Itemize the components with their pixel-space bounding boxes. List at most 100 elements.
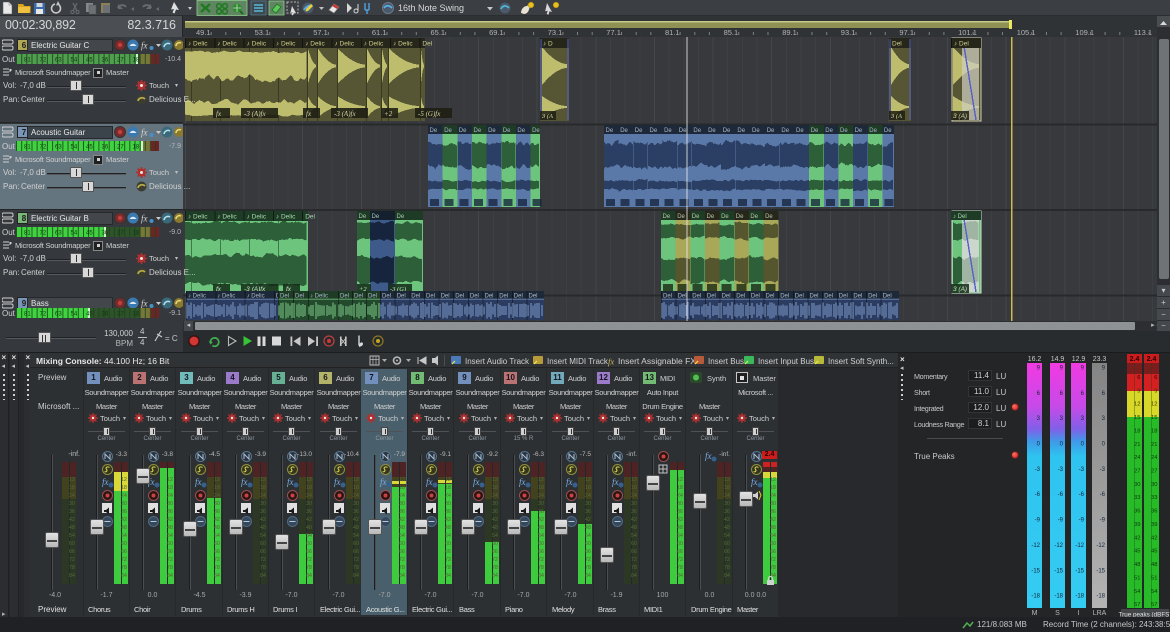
svg-text:36: 36 [102,145,109,151]
svg-text:45: 45 [1134,549,1140,555]
svg-text:36: 36 [102,312,109,318]
svg-text:De: De [372,214,380,220]
svg-text:36: 36 [102,231,109,237]
svg-text:De: De [532,128,540,134]
svg-text:De: De [811,128,819,134]
svg-text:Del: Del [368,294,377,300]
svg-text:54: 54 [71,58,78,64]
svg-text:fx: fx [141,299,148,309]
svg-text:-18: -18 [1075,594,1084,600]
svg-text:♪ Delic: ♪ Delic [247,41,267,48]
svg-text:30: 30 [1134,482,1140,488]
svg-text:Del: Del [868,294,877,300]
svg-text:-3: -3 [1058,467,1064,473]
svg-text:-6: -6 [1100,492,1106,498]
svg-text:63: 63 [55,58,62,64]
svg-text:-9: -9 [1079,518,1085,524]
svg-text:-3: -3 [1079,467,1085,473]
svg-text:Del: Del [485,294,494,300]
svg-text:De: De [459,128,467,134]
svg-text:54: 54 [71,145,78,151]
svg-text:Del: Del [678,294,687,300]
svg-text:3 (A): 3 (A) [953,113,967,120]
svg-text:Del: Del [839,294,848,300]
svg-text:-9: -9 [1100,518,1106,524]
svg-text:♪ Delic: ♪ Delic [364,41,384,48]
svg-text:27: 27 [1151,469,1157,475]
svg-text:M: M [1032,610,1038,617]
svg-text:45: 45 [86,312,93,318]
svg-text:21: 21 [1134,442,1140,448]
svg-text:81: 81 [24,312,31,318]
svg-text:fx: fx [141,41,148,51]
svg-text:-18: -18 [1096,594,1105,600]
svg-text:15: 15 [1151,415,1157,421]
svg-text:De: De [663,214,671,220]
svg-text:♪ D: ♪ D [543,41,553,48]
svg-text:-12: -12 [1031,543,1040,549]
svg-text:-9: -9 [1035,518,1041,524]
svg-text:77.1: 77.1 [606,28,621,37]
svg-text:42: 42 [1134,535,1140,541]
svg-text:Del: Del [707,294,716,300]
svg-text:33: 33 [1134,495,1140,501]
svg-text:Del: Del [824,294,833,300]
svg-text:45: 45 [86,58,93,64]
svg-text:30: 30 [1151,482,1157,488]
svg-text:93.1: 93.1 [841,28,856,37]
svg-text:-15: -15 [1054,568,1063,574]
svg-text:De: De [606,128,614,134]
svg-text:-6: -6 [1079,492,1085,498]
svg-text:♪ Delic: ♪ Delic [247,214,267,221]
svg-text:fx: fx [216,110,222,118]
svg-text:♪ Delic: ♪ Delic [276,214,296,221]
svg-text:27: 27 [117,231,124,237]
svg-text:♪ Delic: ♪ Delic [393,41,413,48]
svg-text:Del: Del [883,294,892,300]
svg-text:♪ Delic: ♪ Delic [335,41,355,48]
svg-text:24: 24 [1134,455,1141,461]
svg-text:16.2: 16.2 [1028,356,1042,363]
svg-text:Insert MIDI Track: Insert MIDI Track [547,357,609,366]
svg-text:81: 81 [24,145,31,151]
svg-text:18: 18 [133,58,140,64]
svg-text:-3: -3 [1035,467,1041,473]
svg-text:Insert Audio Track: Insert Audio Track [465,357,530,366]
svg-text:23.3: 23.3 [1093,356,1107,363]
svg-text:Del: Del [340,294,349,300]
svg-text:53.1: 53.1 [255,28,270,37]
svg-text:51: 51 [1134,575,1140,581]
svg-text:De: De [781,128,789,134]
svg-text:54: 54 [1151,589,1158,595]
svg-text:Insert Bus: Insert Bus [708,357,744,366]
svg-text:18: 18 [1134,428,1140,434]
svg-text:45: 45 [86,231,93,237]
svg-text:16th Note Swing: 16th Note Swing [398,3,464,13]
svg-text:De: De [721,214,729,220]
svg-text:-18: -18 [1031,594,1040,600]
svg-text:-6: -6 [1058,492,1064,498]
svg-text:45: 45 [86,145,93,151]
svg-text:I: I [1078,610,1080,617]
svg-text:14.9: 14.9 [1051,356,1065,363]
svg-text:De: De [488,128,496,134]
svg-text:De: De [884,128,892,134]
svg-text:27: 27 [117,58,124,64]
svg-text:18: 18 [133,231,140,237]
svg-text:105.1: 105.1 [1017,28,1036,37]
svg-text:3 (A): 3 (A) [953,286,967,293]
svg-text:27: 27 [117,145,124,151]
svg-text:De: De [767,128,775,134]
svg-text:De: De [430,128,438,134]
svg-text:♪ Delic: ♪ Delic [310,294,328,300]
svg-text:Del: Del [853,294,862,300]
svg-text:Del: Del [411,294,420,300]
svg-text:S: S [1055,610,1060,617]
svg-text:Del: Del [305,214,315,221]
svg-text:= C: = C [165,334,178,343]
svg-text:fx: fx [141,214,148,224]
svg-text:De: De [707,214,715,220]
svg-text:27: 27 [117,312,124,318]
svg-text:Del: Del [795,294,804,300]
svg-text:27: 27 [1134,469,1140,475]
